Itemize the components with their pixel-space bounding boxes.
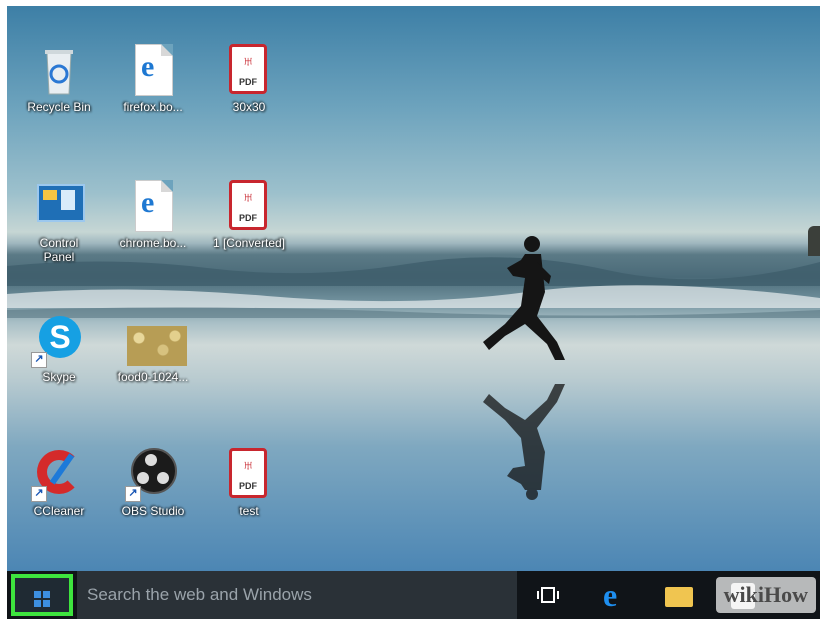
start-button[interactable] [11, 574, 73, 616]
desktop-icon-obs-studio[interactable]: ↗ OBS Studio [113, 446, 193, 518]
desktop-icon-chrome-bookmarks[interactable]: e chrome.bo... [113, 178, 193, 250]
pdf-icon: ♅ PDF [221, 178, 277, 234]
icon-label: test [239, 504, 259, 518]
search-placeholder: Search the web and Windows [87, 585, 312, 604]
shortcut-arrow-icon: ↗ [125, 486, 141, 502]
image-thumbnail-icon [125, 312, 187, 368]
desktop-icon-ccleaner[interactable]: ↗ CCleaner [19, 446, 99, 518]
icon-label: OBS Studio [121, 504, 185, 518]
shortcut-arrow-icon: ↗ [31, 486, 47, 502]
recycle-bin-icon [31, 42, 87, 98]
rock-silhouette [808, 226, 820, 256]
desktop-icon-recycle-bin[interactable]: Recycle Bin [19, 42, 99, 114]
ccleaner-icon: ↗ [31, 446, 87, 502]
icon-label: food0-1024... [117, 370, 189, 384]
icon-label: chrome.bo... [119, 236, 187, 250]
desktop-icon-pdf-1-converted[interactable]: ♅ PDF 1 [Converted] [209, 178, 289, 250]
obs-icon: ↗ [125, 446, 181, 502]
edge-document-icon: e [125, 42, 181, 98]
icon-label: Recycle Bin [27, 100, 91, 114]
edge-browser-icon[interactable]: e [603, 577, 617, 614]
desktop-icon-firefox-bookmarks[interactable]: e firefox.bo... [113, 42, 193, 114]
desktop-icon-control-panel[interactable]: Control Panel [19, 178, 99, 264]
desktop-wallpaper: Recycle Bin e firefox.bo... ♅ PDF 30x30 C… [7, 6, 820, 571]
icon-label: Skype [42, 370, 76, 384]
shortcut-arrow-icon: ↗ [31, 352, 47, 368]
windows-logo-icon [34, 591, 50, 607]
pdf-icon: ♅ PDF [221, 446, 277, 502]
icon-label: Control Panel [39, 236, 79, 264]
file-explorer-icon[interactable] [665, 587, 693, 607]
icon-label: CCleaner [33, 504, 85, 518]
edge-document-icon: e [125, 178, 181, 234]
search-box[interactable]: Search the web and Windows [77, 571, 517, 619]
desktop-icon-pdf-30x30[interactable]: ♅ PDF 30x30 [209, 42, 289, 114]
icon-label: firefox.bo... [123, 100, 183, 114]
desktop-icon-food-image[interactable]: food0-1024... [113, 312, 193, 384]
desktop-icon-skype[interactable]: S ↗ Skype [19, 312, 99, 384]
taskbar: Search the web and Windows e wikiHow [7, 571, 820, 619]
icon-label: 1 [Converted] [212, 236, 286, 250]
task-view-icon[interactable] [537, 585, 559, 605]
control-panel-icon [31, 178, 87, 234]
screen-frame: Recycle Bin e firefox.bo... ♅ PDF 30x30 C… [7, 6, 820, 619]
runner-silhouette [483, 236, 565, 500]
desktop-icon-pdf-test[interactable]: ♅ PDF test [209, 446, 289, 518]
skype-icon: S ↗ [31, 312, 87, 368]
pdf-icon: ♅ PDF [221, 42, 277, 98]
wikihow-watermark: wikiHow [715, 577, 816, 613]
icon-label: 30x30 [232, 100, 266, 114]
